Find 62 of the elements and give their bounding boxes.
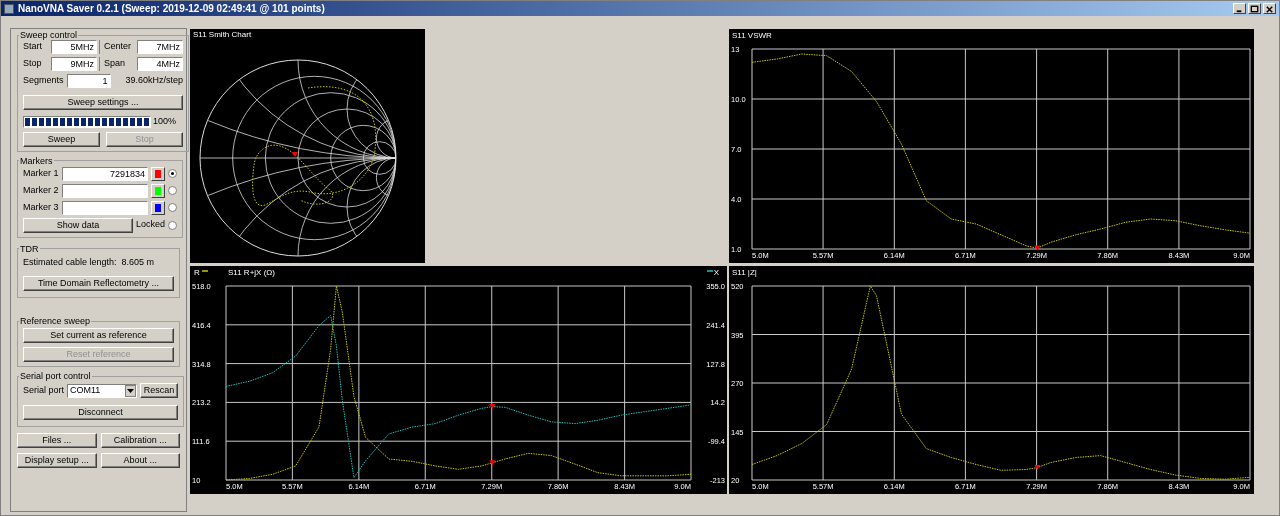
legend-label: X xyxy=(713,268,720,277)
push-button[interactable]: Calibration ... xyxy=(100,433,180,448)
window-title: NanoVNA Saver 0.2.1 (Sweep: 2019-12-09 02:49:41 @ 101 points) xyxy=(18,2,325,16)
push-button[interactable]: Sweep settings ... xyxy=(23,95,183,110)
group-title: Sweep control xyxy=(19,30,79,40)
chart-title: S11 Smith Chart xyxy=(192,29,253,40)
push-button[interactable]: About ... xyxy=(100,453,180,468)
push-button[interactable]: Files ... xyxy=(17,433,97,448)
push-button[interactable]: Rescan xyxy=(140,383,179,398)
marker-icon xyxy=(489,404,496,410)
legend-entry: X xyxy=(706,268,719,277)
legend-entry: R xyxy=(194,268,209,277)
group-title: Markers xyxy=(19,155,54,166)
push-button[interactable]: Set current as reference xyxy=(23,328,174,343)
group-title: Serial port control xyxy=(19,371,92,381)
radio-button[interactable] xyxy=(168,169,177,178)
legend-label: R xyxy=(194,268,200,277)
group-title: Reference sweep xyxy=(19,316,92,326)
text-field[interactable]: 5MHz xyxy=(51,40,97,54)
chart-title: S11 |Z| xyxy=(732,268,757,277)
push-button[interactable]: Time Domain Reflectometry ... xyxy=(23,276,174,291)
text-field[interactable]: 7291834 xyxy=(62,166,148,181)
field-label: Serial port xyxy=(23,383,65,397)
close-icon[interactable] xyxy=(1263,3,1276,14)
text-field[interactable] xyxy=(62,200,148,215)
push-button[interactable]: Show data xyxy=(23,217,133,233)
step-size-text: 39.60kHz/step xyxy=(125,74,183,88)
marker-icon xyxy=(489,460,496,466)
field-label: Segments xyxy=(23,74,64,88)
marker-icon xyxy=(1034,245,1041,251)
color-button[interactable] xyxy=(151,166,165,181)
text-field[interactable]: 9MHz xyxy=(51,57,97,71)
color-button[interactable] xyxy=(151,200,165,215)
text-field[interactable]: 1 xyxy=(66,74,111,88)
field-label: Stop xyxy=(23,57,43,71)
color-button[interactable] xyxy=(151,183,165,198)
group-title: TDR xyxy=(19,243,40,254)
maximize-icon[interactable] xyxy=(1248,3,1261,14)
minimize-icon[interactable] xyxy=(1233,3,1246,14)
push-button[interactable]: Sweep xyxy=(23,131,100,147)
radio-button[interactable] xyxy=(168,220,178,230)
push-button[interactable]: Display setup ... xyxy=(17,453,97,468)
field-label: Center xyxy=(99,40,131,54)
radio-button[interactable] xyxy=(168,186,177,195)
marker-label: Marker 1 xyxy=(23,166,59,180)
text-field[interactable]: 4MHz xyxy=(137,57,183,71)
text-field[interactable]: 7MHz xyxy=(137,40,183,54)
progress-reading: 100% xyxy=(153,115,177,128)
marker-label: Marker 3 xyxy=(23,200,59,214)
cable-length-text: Estimated cable length: 8.605 m xyxy=(23,255,156,269)
marker-icon xyxy=(1034,465,1041,470)
port-dropdown[interactable]: COM11 xyxy=(67,383,138,398)
radio-button[interactable] xyxy=(168,203,177,212)
text-field[interactable] xyxy=(62,183,148,198)
chart-title: S11 R+jX (Ω) xyxy=(228,268,275,277)
marker-label: Marker 2 xyxy=(23,183,59,197)
app-icon xyxy=(4,3,14,14)
chart-title: S11 VSWR xyxy=(732,31,772,40)
locked-label: Locked xyxy=(136,218,166,232)
push-button[interactable]: Disconnect xyxy=(23,405,179,420)
field-label: Span xyxy=(99,57,126,71)
field-label: Start xyxy=(23,40,43,54)
